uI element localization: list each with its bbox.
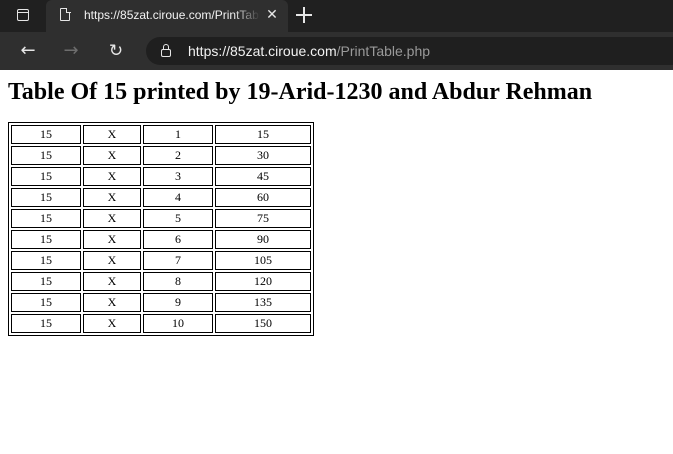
multiplicand-cell: 15: [11, 230, 81, 249]
table-row: 15 X 5 75: [11, 209, 311, 228]
multiplicand-cell: 15: [11, 209, 81, 228]
tab-strip: https://85zat.ciroue.com/PrintTable.php …: [0, 0, 673, 32]
operator-cell: X: [83, 272, 141, 291]
product-cell: 45: [215, 167, 311, 186]
page-title: Table Of 15 printed by 19-Arid-1230 and …: [8, 79, 593, 105]
operator-cell: X: [83, 167, 141, 186]
multiplicand-cell: 15: [11, 293, 81, 312]
multiplicand-cell: 15: [11, 125, 81, 144]
multiplier-cell: 3: [143, 167, 213, 186]
multiplier-cell: 10: [143, 314, 213, 333]
multiplication-table: 15 X 1 15 15 X 2 30 15 X 3 45 15 X 4 60 15 X 5 75 15 X 6 90 15 X 7…: [8, 122, 314, 336]
operator-cell: X: [83, 293, 141, 312]
close-icon[interactable]: ✕: [264, 7, 280, 23]
page-content: Table Of 15 printed by 19-Arid-1230 and …: [0, 70, 673, 454]
refresh-icon[interactable]: ↻: [106, 41, 126, 61]
multiplicand-cell: 15: [11, 251, 81, 270]
product-cell: 105: [215, 251, 311, 270]
table-body: 15 X 1 15 15 X 2 30 15 X 3 45 15 X 4 60 15 X 5 75 15 X 6 90 15 X 7…: [11, 125, 311, 333]
navigation-bar: ← → ↻ https://85zat.ciroue.com/PrintTabl…: [0, 32, 673, 70]
tab-title: https://85zat.ciroue.com/PrintTable.php: [84, 8, 260, 22]
product-cell: 30: [215, 146, 311, 165]
operator-cell: X: [83, 146, 141, 165]
window-icon[interactable]: [17, 9, 29, 21]
product-cell: 60: [215, 188, 311, 207]
multiplier-cell: 5: [143, 209, 213, 228]
operator-cell: X: [83, 125, 141, 144]
multiplicand-cell: 15: [11, 188, 81, 207]
operator-cell: X: [83, 230, 141, 249]
operator-cell: X: [83, 251, 141, 270]
product-cell: 90: [215, 230, 311, 249]
product-cell: 120: [215, 272, 311, 291]
product-cell: 135: [215, 293, 311, 312]
multiplier-cell: 2: [143, 146, 213, 165]
operator-cell: X: [83, 314, 141, 333]
operator-cell: X: [83, 188, 141, 207]
product-cell: 75: [215, 209, 311, 228]
multiplier-cell: 8: [143, 272, 213, 291]
table-row: 15 X 7 105: [11, 251, 311, 270]
product-cell: 15: [215, 125, 311, 144]
plus-icon[interactable]: [295, 6, 313, 24]
operator-cell: X: [83, 209, 141, 228]
table-row: 15 X 10 150: [11, 314, 311, 333]
arrow-left-icon[interactable]: ←: [18, 41, 38, 61]
browser-chrome: https://85zat.ciroue.com/PrintTable.php …: [0, 0, 673, 70]
multiplier-cell: 6: [143, 230, 213, 249]
lock-icon[interactable]: [161, 44, 171, 57]
url-text[interactable]: https://85zat.ciroue.com/PrintTable.php: [188, 43, 430, 59]
url-path: /PrintTable.php: [336, 43, 431, 59]
page-icon: [60, 7, 71, 21]
table-row: 15 X 3 45: [11, 167, 311, 186]
table-row: 15 X 4 60: [11, 188, 311, 207]
multiplier-cell: 1: [143, 125, 213, 144]
multiplier-cell: 9: [143, 293, 213, 312]
url-host: https://85zat.ciroue.com: [188, 43, 337, 59]
browser-tab[interactable]: https://85zat.ciroue.com/PrintTable.php …: [46, 0, 288, 32]
multiplicand-cell: 15: [11, 146, 81, 165]
address-bar[interactable]: https://85zat.ciroue.com/PrintTable.php: [146, 37, 673, 65]
multiplier-cell: 7: [143, 251, 213, 270]
table-row: 15 X 6 90: [11, 230, 311, 249]
multiplicand-cell: 15: [11, 272, 81, 291]
table-row: 15 X 8 120: [11, 272, 311, 291]
multiplier-cell: 4: [143, 188, 213, 207]
table-row: 15 X 2 30: [11, 146, 311, 165]
table-row: 15 X 9 135: [11, 293, 311, 312]
multiplicand-cell: 15: [11, 314, 81, 333]
arrow-right-icon[interactable]: →: [61, 41, 81, 61]
product-cell: 150: [215, 314, 311, 333]
table-row: 15 X 1 15: [11, 125, 311, 144]
multiplicand-cell: 15: [11, 167, 81, 186]
